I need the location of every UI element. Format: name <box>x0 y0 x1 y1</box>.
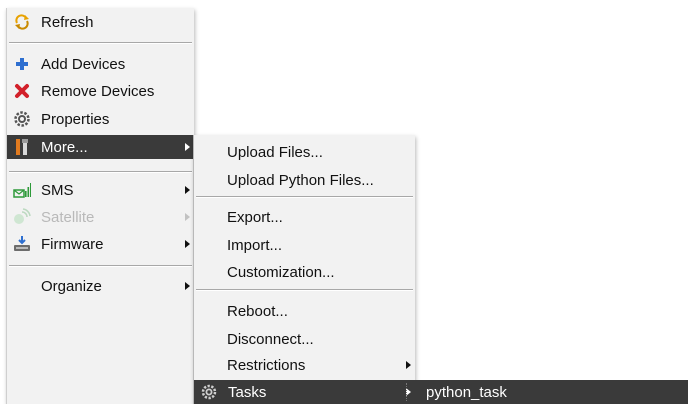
menu-item-satellite[interactable]: Satellite <box>7 205 194 229</box>
tools-icon <box>13 138 31 156</box>
gear-icon <box>200 383 218 401</box>
submenu-arrow-icon <box>185 240 190 248</box>
menu-item-add-devices[interactable]: Add Devices <box>7 52 194 76</box>
menu-divider <box>406 383 407 401</box>
menu-item-sms[interactable]: SMS <box>7 178 194 202</box>
menu-separator <box>196 289 413 291</box>
submenu-arrow-icon <box>185 282 190 290</box>
menu-item-reboot[interactable]: Reboot... <box>194 299 415 323</box>
menu-separator <box>9 265 192 267</box>
menu-item-customization[interactable]: Customization... <box>194 260 415 284</box>
firmware-icon <box>13 235 31 253</box>
red-x-icon <box>13 82 31 100</box>
more-submenu: Upload Files... Upload Python Files... E… <box>193 135 415 404</box>
menu-item-import[interactable]: Import... <box>194 233 415 257</box>
submenu-arrow-icon <box>185 186 190 194</box>
menu-separator <box>9 171 192 173</box>
menu-item-properties[interactable]: Properties <box>7 107 194 131</box>
menu-separator <box>9 42 192 44</box>
menu-item-export[interactable]: Export... <box>194 205 415 229</box>
menu-item-python-task[interactable]: python_task <box>406 380 688 404</box>
menu-item-firmware[interactable]: Firmware <box>7 232 194 256</box>
menu-item-tasks[interactable]: Tasks <box>194 380 415 404</box>
menu-item-more[interactable]: More... <box>7 135 194 159</box>
gear-icon <box>13 110 31 128</box>
menu-item-remove-devices[interactable]: Remove Devices <box>7 79 194 103</box>
menu-item-upload-python-files[interactable]: Upload Python Files... <box>194 168 415 192</box>
menu-item-upload-files[interactable]: Upload Files... <box>194 140 415 164</box>
submenu-arrow-icon <box>406 361 411 369</box>
menu-item-organize[interactable]: Organize <box>7 274 194 298</box>
menu-item-refresh[interactable]: Refresh <box>7 10 194 34</box>
menu-item-restrictions[interactable]: Restrictions <box>194 353 415 377</box>
sms-icon <box>13 181 31 199</box>
refresh-icon <box>13 13 31 31</box>
menu-separator <box>196 196 413 198</box>
satellite-icon <box>13 208 31 226</box>
tasks-submenu: python_task <box>406 380 688 404</box>
context-menu: Refresh Add Devices Remove Devices Prope… <box>6 8 194 404</box>
plus-icon <box>13 55 31 73</box>
menu-item-disconnect[interactable]: Disconnect... <box>194 327 415 351</box>
submenu-arrow-icon <box>185 213 190 221</box>
submenu-arrow-icon <box>185 143 190 151</box>
